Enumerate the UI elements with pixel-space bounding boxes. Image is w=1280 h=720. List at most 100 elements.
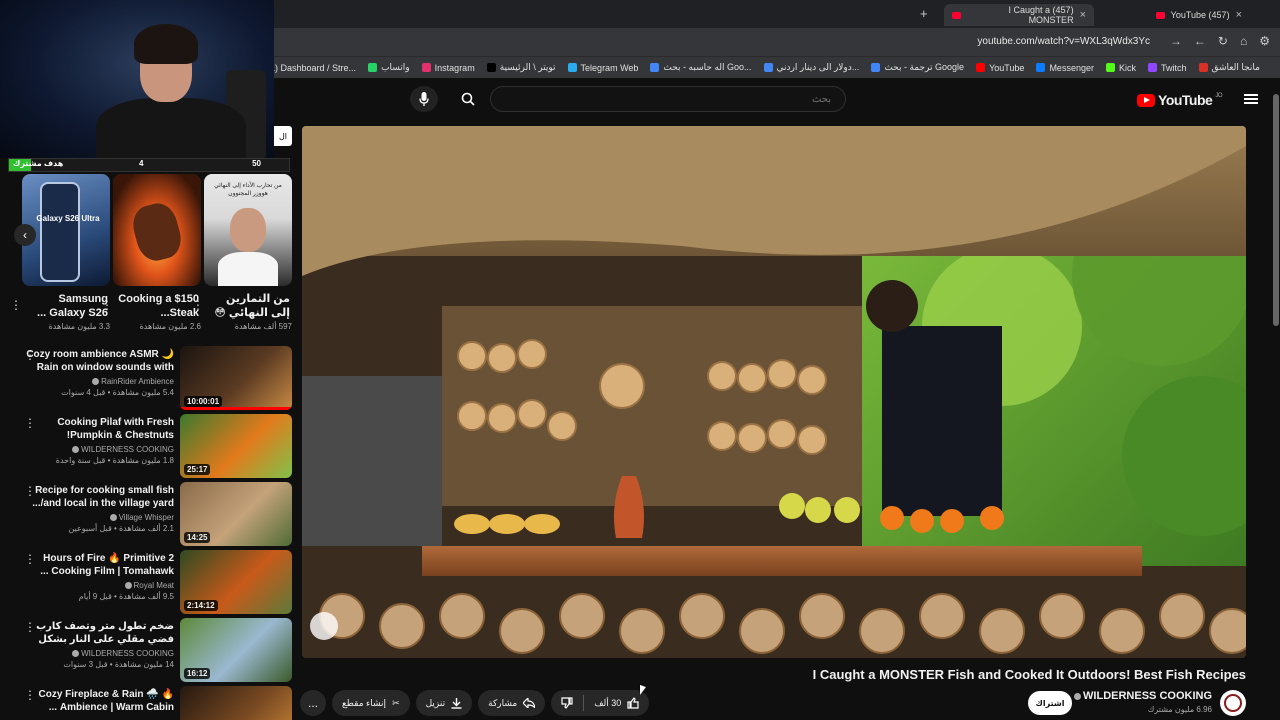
bookmark-favicon-icon xyxy=(871,63,881,72)
video-player[interactable] xyxy=(302,126,1246,658)
recommended-video[interactable]: 10:00:01 Cozy room ambience ASMR 🌙 Rain o… xyxy=(20,346,292,410)
short-title[interactable]: من التمارين إلى النهائي 😳 عبد... xyxy=(204,292,292,320)
more-icon[interactable]: ⋮ xyxy=(10,298,22,312)
recommended-thumbnail[interactable]: 2:14:12 xyxy=(180,550,292,614)
bookmark-item[interactable]: YouTube xyxy=(976,63,1024,73)
bookmark-favicon-icon xyxy=(1036,63,1046,72)
more-actions-button[interactable]: ... xyxy=(300,690,326,716)
bookmark-item[interactable]: اله حاسبه - بحث Goo... xyxy=(650,62,752,73)
recommended-thumbnail[interactable]: 10:00:01 xyxy=(180,346,292,410)
bookmark-item[interactable]: تويتر \ الرئيسية xyxy=(486,62,556,73)
clip-label: إنشاء مقطع xyxy=(342,697,387,708)
short-title[interactable]: Cooking a $150 Steak... xyxy=(113,292,201,320)
recommended-video[interactable]: 2:14:12 2 Hours of Fire 🔥 Primitive Cooki… xyxy=(20,550,292,614)
share-icon xyxy=(523,698,536,708)
youtube-favicon-icon xyxy=(1155,11,1165,19)
search-input[interactable] xyxy=(491,87,845,111)
like-dislike-group: 30 ألف xyxy=(551,690,650,716)
bookmark-label: YouTube xyxy=(989,62,1025,73)
new-tab-button[interactable]: + xyxy=(920,6,928,21)
recommended-channel[interactable]: Village Whisper xyxy=(26,513,174,522)
recommended-title[interactable]: Cozy room ambience ASMR 🌙 Rain on window… xyxy=(26,348,174,374)
site-settings-icon[interactable]: ⚙ xyxy=(1259,34,1270,48)
download-button[interactable]: تنزيل xyxy=(415,690,473,716)
recommended-title[interactable]: Cooking Pilaf with Fresh Pumpkin & Chest… xyxy=(26,416,174,442)
more-icon[interactable]: ⋮ xyxy=(24,620,36,634)
short-thumbnail[interactable]: من تحارب الأداء إلى النهائي هووزر المجنو… xyxy=(204,174,292,286)
channel-name[interactable]: WILDERNESS COOKING xyxy=(1074,690,1212,702)
bookmark-item[interactable]: مانجا العاشق xyxy=(1198,62,1260,73)
recommended-thumbnail[interactable]: 14:25 xyxy=(180,482,292,546)
recommended-title[interactable]: ضخم تطول متر وتصف كارب فضي مقلي على النا… xyxy=(26,620,174,646)
webcam-overlay xyxy=(0,0,274,158)
recommended-thumbnail[interactable]: 25:17 xyxy=(180,414,292,478)
bookmark-item[interactable]: Telegram Web xyxy=(567,63,638,73)
verified-icon xyxy=(72,446,80,454)
scrollbar-thumb[interactable] xyxy=(1273,94,1279,326)
short-thumb-text: Galaxy S26 Ultra xyxy=(36,214,100,223)
short-item[interactable]: Galaxy S26 Ultra Samsung Galaxy S26 ... … xyxy=(10,174,110,331)
bookmark-item[interactable]: دولار الى دينار اردني... xyxy=(763,62,860,73)
more-icon[interactable]: ⋮ xyxy=(24,416,36,430)
short-title[interactable]: Samsung Galaxy S26 ... xyxy=(22,292,110,320)
voice-search-button[interactable] xyxy=(410,86,438,112)
recommended-thumbnail[interactable] xyxy=(180,686,292,720)
search-button[interactable] xyxy=(454,86,482,112)
bookmark-item[interactable]: Twitch xyxy=(1147,63,1187,73)
forward-icon[interactable]: → xyxy=(1170,34,1182,48)
bookmark-item[interactable]: واتساب xyxy=(368,62,410,73)
channel-text: Village Whisper xyxy=(118,513,174,522)
short-thumbnail[interactable] xyxy=(113,174,201,286)
hamburger-icon[interactable] xyxy=(1244,94,1258,104)
recommended-video[interactable]: 🔥 Cozy Fireplace & Rain 🌧️ Ambience | Wa… xyxy=(20,686,292,720)
close-icon[interactable]: × xyxy=(1080,9,1086,21)
bookmark-favicon-icon xyxy=(763,63,773,72)
chapters-tag[interactable]: ال xyxy=(274,126,292,146)
shorts-previous-button[interactable]: ‹ xyxy=(14,224,36,246)
recommended-channel[interactable]: WILDERNESS COOKING xyxy=(26,445,174,454)
tab-youtube-home[interactable]: × (457) YouTube xyxy=(1100,4,1250,26)
recommended-video[interactable]: 16:12 ضخم تطول متر وتصف كارب فضي مقلي على… xyxy=(20,618,292,682)
address-bar: youtube.com/watch?v=WXL3qWdx3Yc → ← ↻ ⌂ … xyxy=(274,28,1280,56)
dislike-button[interactable] xyxy=(551,690,583,716)
bookmark-item[interactable]: (1) Dashboard / Stre... xyxy=(274,63,356,73)
short-item[interactable]: من تحارب الأداء إلى النهائي هووزر المجنو… xyxy=(192,174,292,331)
youtube-logo[interactable]: YouTube JO xyxy=(1137,92,1222,108)
bookmark-item[interactable]: Kick xyxy=(1105,63,1136,73)
share-button[interactable]: مشاركة xyxy=(478,690,546,716)
more-icon[interactable]: ⋮ xyxy=(24,552,36,566)
recommended-title[interactable]: 2 Hours of Fire 🔥 Primitive Cooking Film… xyxy=(26,552,174,578)
more-icon[interactable]: ⋮ xyxy=(24,348,36,362)
more-icon[interactable]: ⋮ xyxy=(24,688,36,702)
recommended-video[interactable]: 25:17 Cooking Pilaf with Fresh Pumpkin & … xyxy=(20,414,292,478)
recommended-channel[interactable]: Royal Meat xyxy=(26,581,174,590)
channel-avatar[interactable] xyxy=(1220,690,1246,716)
clip-button[interactable]: ✂ إنشاء مقطع xyxy=(332,690,410,716)
home-icon[interactable]: ⌂ xyxy=(1240,34,1247,48)
recommended-channel[interactable]: WILDERNESS COOKING xyxy=(26,649,174,658)
duration-badge: 25:17 xyxy=(184,464,211,475)
bookmark-label: اله حاسبه - بحث Goo... xyxy=(663,62,752,72)
recommended-thumbnail[interactable]: 16:12 xyxy=(180,618,292,682)
short-thumb-phone xyxy=(40,182,80,282)
close-icon[interactable]: × xyxy=(1236,9,1242,21)
reload-icon[interactable]: ↻ xyxy=(1218,34,1228,48)
recommended-title[interactable]: 🔥 Cozy Fireplace & Rain 🌧️ Ambience | Wa… xyxy=(26,688,175,714)
short-item[interactable]: Cooking a $150 Steak... 2.6 مليون مشاهدة… xyxy=(101,174,201,331)
recommended-meta: 2.1 ألف مشاهدة • قبل أسبوعين xyxy=(68,524,175,533)
back-icon[interactable]: ← xyxy=(1194,34,1206,48)
bookmark-item[interactable]: ترجمة - بحث Google xyxy=(871,62,964,73)
channel-logo-icon xyxy=(1224,694,1242,712)
bookmark-label: دولار الى دينار اردني... xyxy=(776,62,860,72)
recommended-channel[interactable]: RainRider Ambience xyxy=(26,377,174,386)
subscribe-button[interactable]: اشتراك xyxy=(1028,691,1072,715)
url-text[interactable]: youtube.com/watch?v=WXL3qWdx3Yc xyxy=(977,36,1150,47)
more-icon[interactable]: ⋮ xyxy=(24,484,36,498)
recommended-video[interactable]: 14:25 Recipe for cooking small fish and l… xyxy=(20,482,292,546)
webcam-person-hair xyxy=(134,24,198,64)
recommended-title[interactable]: Recipe for cooking small fish and local … xyxy=(26,484,174,510)
bookmark-item[interactable]: Messenger xyxy=(1036,63,1094,73)
bookmark-item[interactable]: Instagram xyxy=(421,63,475,73)
recommended-meta: 14 مليون مشاهدة • قبل 3 سنوات xyxy=(63,660,174,669)
tab-current-video[interactable]: × (457) I Caught a MONSTER xyxy=(944,4,1094,26)
